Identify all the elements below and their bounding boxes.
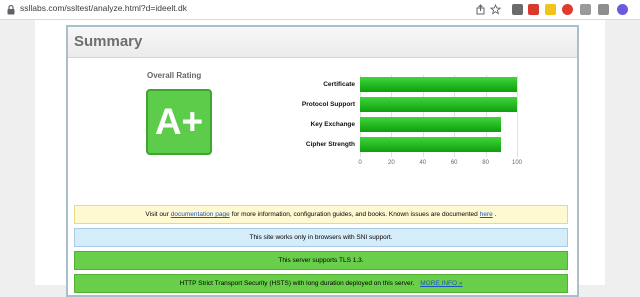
score-bar-key-exchange [360, 117, 502, 132]
gridline [517, 75, 518, 157]
known-issues-link[interactable]: here [480, 211, 493, 218]
doc-prefix: Visit our [145, 211, 169, 218]
grade-badge: A+ [146, 89, 212, 155]
summary-header: Summary [68, 27, 577, 58]
bookmark-star-icon[interactable] [490, 4, 501, 15]
sni-text: This site works only in browsers with SN… [249, 234, 393, 241]
score-bar-cipher-strength [360, 137, 502, 152]
bar-label: Certificate [323, 81, 355, 88]
bar-label: Key Exchange [310, 121, 355, 128]
doc-middle: for more information, configuration guid… [231, 211, 478, 218]
x-tick-label: 0 [358, 160, 362, 166]
hsts-text: HTTP Strict Transport Security (HSTS) wi… [179, 280, 415, 287]
share-icon[interactable] [475, 4, 486, 15]
documentation-page-link[interactable]: documentation page [171, 211, 230, 218]
extension-icon-1[interactable] [512, 4, 523, 15]
bar-label: Protocol Support [301, 101, 355, 108]
hsts-more-info-link[interactable]: MORE INFO » [420, 280, 462, 287]
extension-icon-youtube[interactable] [528, 4, 539, 15]
x-tick-label: 60 [450, 160, 458, 166]
page-content: Summary Overall Rating A+ 0 20 40 60 80 100 Ce… [35, 20, 605, 297]
hsts-notice: HTTP Strict Transport Security (HSTS) wi… [74, 274, 568, 293]
x-tick-label: 100 [511, 160, 522, 166]
score-bar-certificate [360, 77, 517, 92]
extension-icon-4[interactable] [562, 4, 573, 15]
extension-icon-3[interactable] [545, 4, 556, 15]
score-bar-protocol-support [360, 97, 517, 112]
sni-notice: This site works only in browsers with SN… [74, 228, 568, 247]
bar-label: Cipher Strength [305, 141, 355, 148]
address-bar-url[interactable]: ssllabs.com/ssltest/analyze.html?d=ideel… [20, 3, 187, 13]
x-tick-label: 40 [419, 160, 427, 166]
tls13-text: This server supports TLS 1.3. [278, 257, 364, 264]
x-tick-label: 80 [482, 160, 489, 166]
overall-rating-label: Overall Rating [147, 71, 202, 80]
summary-title: Summary [74, 33, 143, 50]
documentation-notice: Visit our documentation page for more in… [74, 205, 568, 224]
browser-toolbar: ssllabs.com/ssltest/analyze.html?d=ideel… [0, 0, 640, 20]
doc-suffix: . [494, 211, 497, 218]
extension-icon-6[interactable] [598, 4, 609, 15]
extension-icon-7[interactable] [617, 4, 628, 15]
extension-icon-5[interactable] [580, 4, 591, 15]
tls13-notice: This server supports TLS 1.3. [74, 251, 568, 270]
x-tick-label: 20 [388, 160, 395, 166]
lock-icon [7, 4, 15, 15]
summary-panel: Summary Overall Rating A+ 0 20 40 60 80 100 Ce… [66, 25, 579, 297]
